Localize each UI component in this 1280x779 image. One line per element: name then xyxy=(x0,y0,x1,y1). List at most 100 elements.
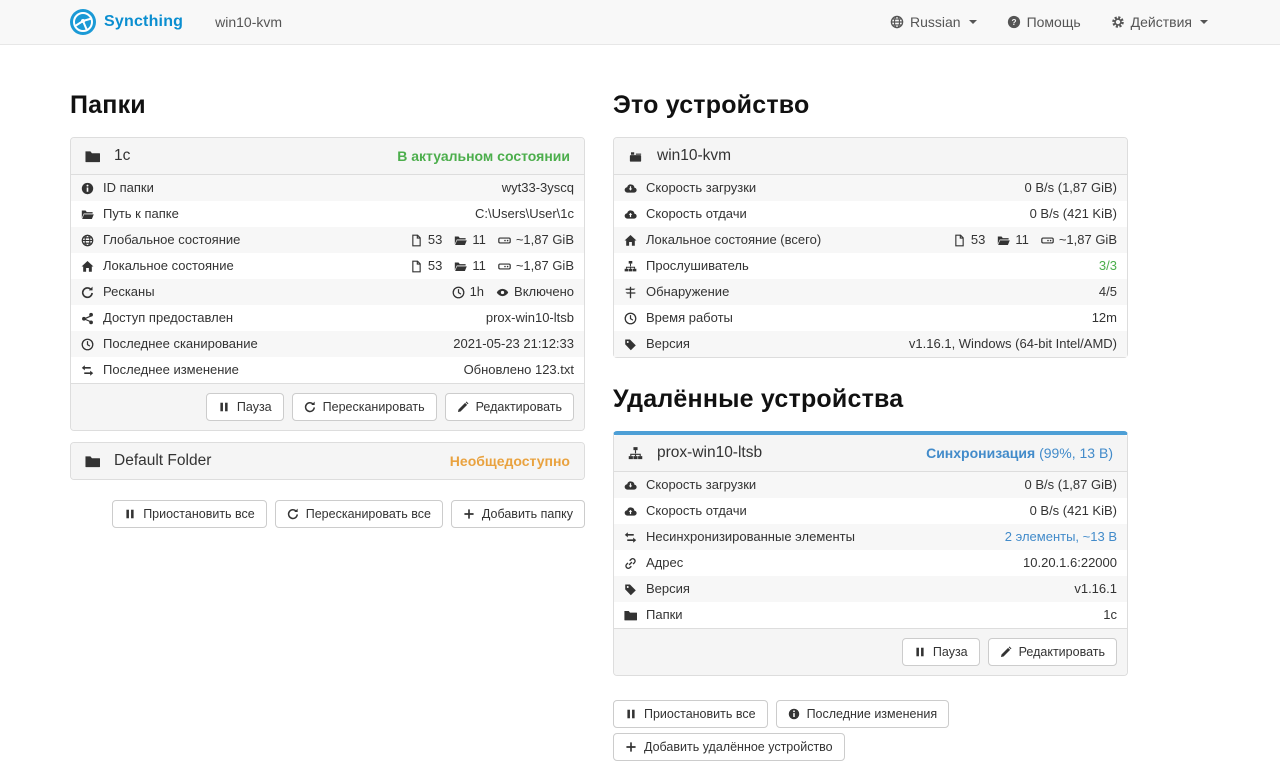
pause-icon xyxy=(218,401,230,413)
row-label: Последнее сканирование xyxy=(103,335,258,353)
row-label: Локальное состояние xyxy=(103,257,234,275)
rescan-interval: 1h xyxy=(470,283,484,301)
pencil-icon xyxy=(1000,646,1012,658)
device-name-title: win10-kvm xyxy=(215,14,282,30)
button-label: Пересканировать все xyxy=(306,507,431,521)
folder-status-badge: В актуальном состоянии xyxy=(397,148,570,164)
remote-device-footer: Пауза Редактировать xyxy=(614,628,1127,675)
row-label: Обнаружение xyxy=(646,283,729,301)
row-value: 2021-05-23 21:12:33 xyxy=(453,335,574,353)
rescan-button[interactable]: Пересканировать xyxy=(292,393,437,421)
table-row: Путь к папке C:\Users\User\1c xyxy=(71,201,584,227)
sitemap-icon xyxy=(624,260,637,273)
chevron-down-icon xyxy=(969,20,977,24)
folder-icon xyxy=(85,149,100,164)
button-label: Пауза xyxy=(933,645,968,659)
pause-button[interactable]: Пауза xyxy=(902,638,980,666)
folders-column: Папки 1c В актуальном состоянии ID папки… xyxy=(70,91,585,761)
discovery-icon xyxy=(624,286,637,299)
files-count: 53 xyxy=(428,257,442,275)
table-row: Последнее сканирование 2021-05-23 21:12:… xyxy=(71,331,584,357)
out-of-sync-items-link[interactable]: 2 элементы, ~13 B xyxy=(1005,528,1117,546)
device-details-table: Скорость загрузки 0 B/s (1,87 GiB) Скоро… xyxy=(614,174,1127,357)
link-icon xyxy=(624,557,637,570)
row-label: ID папки xyxy=(103,179,154,197)
pause-icon xyxy=(625,708,637,720)
syncthing-brand[interactable]: Syncthing xyxy=(70,9,183,35)
add-folder-button[interactable]: Добавить папку xyxy=(451,500,585,528)
folder-name: Default Folder xyxy=(114,452,211,470)
row-label: Глобальное состояние xyxy=(103,231,240,249)
folder-default-header[interactable]: Default Folder Необщедоступно xyxy=(71,443,584,479)
globe-icon xyxy=(890,15,904,29)
button-label: Приостановить все xyxy=(143,507,255,521)
row-label: Время работы xyxy=(646,309,733,327)
this-device-header[interactable]: win10-kvm xyxy=(614,138,1127,174)
add-remote-device-button[interactable]: Добавить удалённое устройство xyxy=(613,733,845,761)
folder-status-badge: Необщедоступно xyxy=(450,453,570,469)
actions-menu[interactable]: Действия xyxy=(1111,14,1208,30)
folder-icon xyxy=(454,260,467,273)
folder-open-icon xyxy=(81,208,94,221)
file-icon xyxy=(410,260,423,273)
devices-column: Это устройство win10-kvm Скорость загруз… xyxy=(613,91,1128,761)
edit-button[interactable]: Редактировать xyxy=(988,638,1117,666)
home-icon xyxy=(81,260,94,273)
table-row: ID папки wyt33-3yscq xyxy=(71,175,584,201)
table-row: Версия v1.16.1 xyxy=(614,576,1127,602)
language-menu[interactable]: Russian xyxy=(890,14,977,30)
row-label: Скорость отдачи xyxy=(646,205,747,223)
info-icon xyxy=(788,708,800,720)
row-value: wyt33-3yscq xyxy=(502,179,574,197)
exchange-icon xyxy=(81,364,94,377)
address-value: 10.20.1.6:22000 xyxy=(1023,554,1117,572)
listeners-value: 3/3 xyxy=(1099,257,1117,275)
folder-1c-header[interactable]: 1c В актуальном состоянии xyxy=(71,138,584,174)
refresh-icon xyxy=(287,508,299,520)
table-row: Скорость загрузки 0 B/s (1,87 GiB) xyxy=(614,175,1127,201)
table-row: Папки 1c xyxy=(614,602,1127,628)
help-menu[interactable]: Помощь xyxy=(1007,14,1081,30)
folder-icon xyxy=(624,609,637,622)
pause-all-devices-button[interactable]: Приостановить все xyxy=(613,700,768,728)
cloud-upload-icon xyxy=(624,208,637,221)
folder-footer: Пауза Пересканировать Редактировать xyxy=(71,383,584,430)
row-label: Скорость загрузки xyxy=(646,476,756,494)
edit-button[interactable]: Редактировать xyxy=(445,393,574,421)
table-row: Скорость отдачи 0 B/s (421 KiB) xyxy=(614,201,1127,227)
cloud-download-icon xyxy=(624,479,637,492)
row-value: C:\Users\User\1c xyxy=(475,205,574,223)
button-label: Редактировать xyxy=(476,400,562,414)
row-value: 0 B/s (1,87 GiB) xyxy=(1025,179,1117,197)
table-row: Локальное состояние 53 11 ~1,87 GiB xyxy=(71,253,584,279)
rescan-all-button[interactable]: Пересканировать все xyxy=(275,500,443,528)
row-value: Обновлено 123.txt xyxy=(464,361,574,379)
version-value: v1.16.1, Windows (64-bit Intel/AMD) xyxy=(909,335,1117,353)
gear-icon xyxy=(1111,15,1125,29)
button-label: Последние изменения xyxy=(807,707,938,721)
pause-button[interactable]: Пауза xyxy=(206,393,284,421)
pause-icon xyxy=(124,508,136,520)
help-label: Помощь xyxy=(1027,14,1081,30)
pause-all-button[interactable]: Приостановить все xyxy=(112,500,267,528)
row-label: Локальное состояние (всего) xyxy=(646,231,821,249)
recent-changes-button[interactable]: Последние изменения xyxy=(776,700,950,728)
button-label: Пересканировать xyxy=(323,400,425,414)
clock-icon xyxy=(81,338,94,351)
question-icon xyxy=(1007,15,1021,29)
table-row: Глобальное состояние 53 11 ~1,87 GiB xyxy=(71,227,584,253)
status-text: Синхронизация xyxy=(926,445,1035,461)
files-count: 53 xyxy=(971,231,985,249)
table-row: Скорость отдачи 0 B/s (421 KiB) xyxy=(614,498,1127,524)
row-label: Последнее изменение xyxy=(103,361,239,379)
remote-device-header[interactable]: prox-win10-ltsb Синхронизация (99%, 13 B… xyxy=(614,435,1127,471)
row-label: Ресканы xyxy=(103,283,155,301)
size-value: ~1,87 GiB xyxy=(516,257,574,275)
dirs-count: 11 xyxy=(472,231,486,249)
row-value: prox-win10-ltsb xyxy=(486,309,574,327)
button-label: Редактировать xyxy=(1019,645,1105,659)
hdd-icon xyxy=(498,234,511,247)
row-label: Версия xyxy=(646,335,690,353)
clock-icon xyxy=(624,312,637,325)
navbar: Syncthing win10-kvm Russian Помощь Дейст… xyxy=(0,0,1280,45)
